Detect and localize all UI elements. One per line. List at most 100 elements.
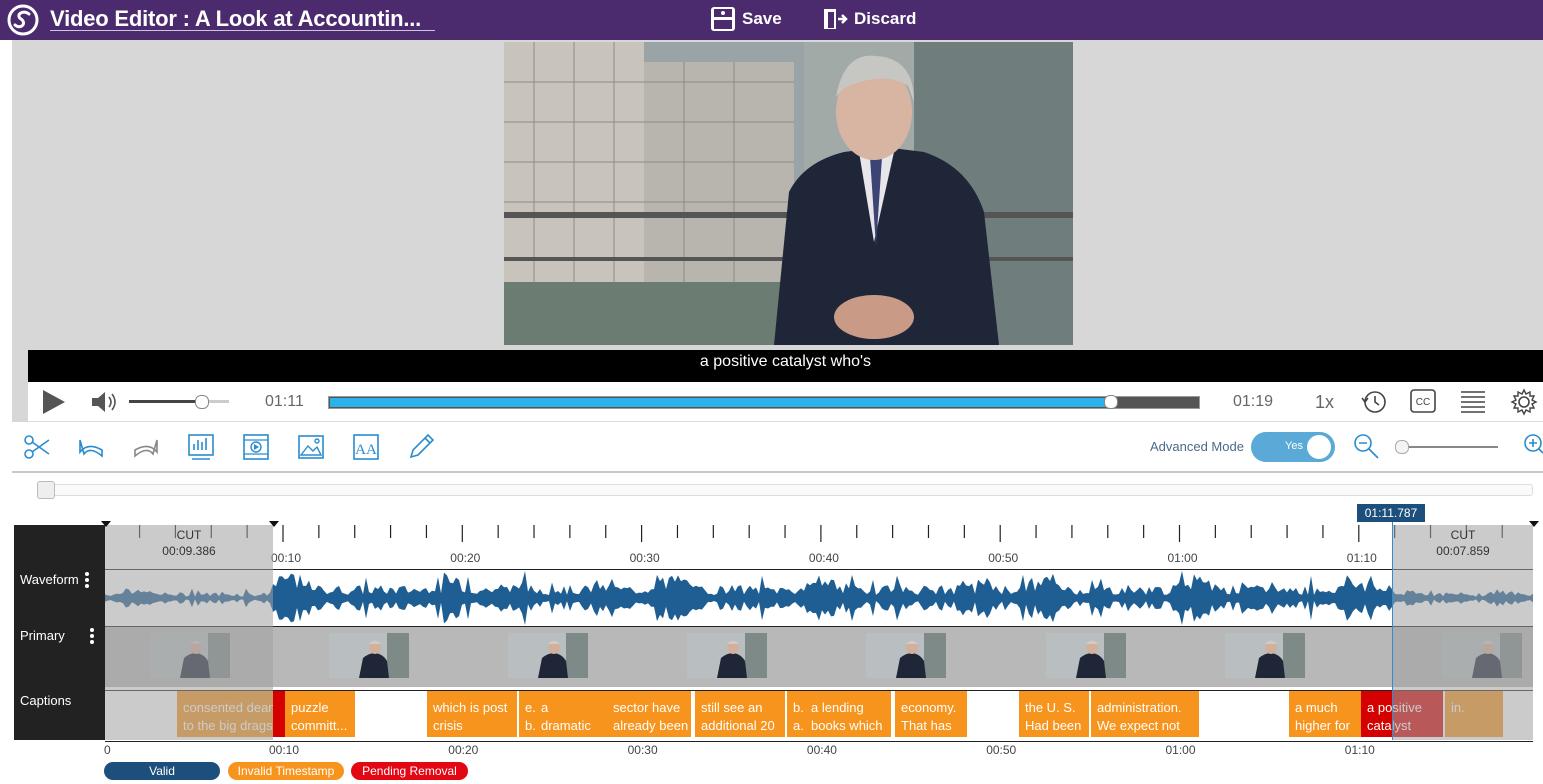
video-quiz-icon[interactable]	[241, 432, 271, 462]
caption-line-2: We expect not	[1097, 718, 1180, 733]
video-thumbnail[interactable]	[687, 633, 767, 678]
cut-region-end[interactable]: CUT 00:07.859	[1393, 525, 1533, 740]
discard-label: Discard	[854, 9, 917, 28]
caption-block[interactable]: e... b...	[519, 691, 535, 737]
caption-line-1: b...	[793, 700, 805, 715]
primary-video-track[interactable]	[105, 626, 1533, 687]
volume-slider-fill	[129, 400, 201, 403]
audio-waveform	[105, 571, 1533, 625]
transcript-list-icon[interactable]	[1460, 389, 1486, 413]
ruler-tick-label: 00:30	[629, 551, 660, 565]
advanced-mode-toggle[interactable]: Yes	[1251, 432, 1335, 462]
caption-line-2: Had been	[1025, 718, 1082, 733]
chapter-slides-icon[interactable]	[186, 432, 216, 462]
settings-gear-icon[interactable]	[1510, 388, 1538, 416]
caption-line-1: still see an	[701, 700, 763, 715]
volume-slider-thumb[interactable]	[195, 395, 209, 409]
video-thumbnail[interactable]	[508, 633, 588, 678]
ruler-tick-label: 00:50	[988, 551, 1019, 565]
pencil-icon[interactable]	[406, 432, 436, 462]
ruler-tick-label: 00:10	[271, 551, 302, 565]
caption-block[interactable]: b... a...	[787, 691, 805, 737]
save-button[interactable]: Save	[710, 4, 782, 34]
primary-row-label: Primary	[20, 628, 65, 643]
video-thumbnail[interactable]	[329, 633, 409, 678]
history-icon[interactable]	[1360, 388, 1388, 416]
thumbnail-frame	[687, 633, 767, 678]
discard-door-icon	[824, 9, 848, 29]
caption-blocks: consented deanto the big dragspuzzlecomm…	[105, 690, 1533, 740]
caption-line-1: the U. S.	[1025, 700, 1076, 715]
cut-start-time: 00:09.386	[162, 544, 216, 558]
zoom-out-icon[interactable]	[1352, 432, 1380, 460]
caption-line-1: economy.	[901, 700, 957, 715]
discard-button[interactable]: Discard	[822, 4, 916, 34]
playback-speed-button[interactable]: 1x	[1315, 392, 1334, 413]
playhead-line[interactable]	[1392, 520, 1393, 740]
ruler-tick-label: 01:10	[1346, 551, 1377, 565]
seek-bar[interactable]	[328, 396, 1200, 409]
bottom-tick-label: 00:10	[269, 743, 300, 757]
save-icon	[711, 7, 735, 31]
duration-time: 01:19	[1233, 393, 1274, 410]
video-thumbnail[interactable]	[1046, 633, 1126, 678]
caption-line-2: b...	[525, 718, 535, 733]
caption-block[interactable]: the U. S. Had been	[1019, 691, 1089, 737]
video-thumbnail[interactable]	[1225, 633, 1305, 678]
thumbnail-frame	[508, 633, 588, 678]
redo-icon[interactable]	[131, 432, 161, 462]
caption-line-2: crisis	[433, 718, 463, 733]
undo-icon[interactable]	[76, 432, 106, 462]
caption-line-2: a...	[793, 718, 805, 733]
zoom-in-icon[interactable]	[1522, 432, 1543, 456]
cut-start-handle-icon[interactable]	[268, 520, 280, 528]
caption-block[interactable]: administration. We expect not	[1091, 691, 1199, 737]
primary-menu-icon[interactable]	[90, 628, 94, 646]
caption-line-2: dramatic	[541, 718, 591, 733]
video-frame[interactable]	[504, 42, 1073, 345]
caption-block[interactable]: which is post crisis	[427, 691, 517, 737]
legend-pending-removal: Pending Removal	[351, 762, 468, 780]
caption-line-2: higher for	[1295, 718, 1350, 733]
caption-block[interactable]: puzzle committ...	[285, 691, 355, 737]
caption-block[interactable]: a much higher for	[1289, 691, 1361, 737]
caption-block[interactable]: still see an additional 20	[695, 691, 785, 737]
cut-start-marker-icon[interactable]	[100, 520, 112, 528]
timeline-scrollbar[interactable]	[37, 484, 1533, 496]
caption-block[interactable]: economy. That has	[895, 691, 967, 737]
ruler-tick-label: 01:00	[1167, 551, 1198, 565]
seek-bar-thumb[interactable]	[1104, 395, 1119, 409]
waveform-menu-icon[interactable]	[85, 572, 89, 590]
font-icon[interactable]: AA	[351, 432, 381, 462]
cc-icon[interactable]: CC	[1410, 389, 1436, 413]
caption-block[interactable]: a dramatic	[535, 691, 607, 737]
video-thumbnail[interactable]	[866, 633, 946, 678]
bottom-tick-label: 0	[104, 743, 111, 757]
volume-icon[interactable]	[90, 390, 118, 414]
caption-line-1: puzzle	[291, 700, 329, 715]
volume-slider-track[interactable]	[129, 400, 229, 403]
play-icon[interactable]	[40, 389, 68, 415]
cut-end-label: CUT	[1450, 528, 1476, 542]
caption-block[interactable]: sector have already been	[607, 691, 691, 737]
caption-block[interactable]	[273, 691, 285, 737]
caption-line-1: which is post	[433, 700, 508, 715]
zoom-slider-thumb[interactable]	[1395, 440, 1409, 454]
caption-line-1: administration.	[1097, 700, 1182, 715]
app-logo-icon[interactable]	[6, 3, 40, 37]
save-label: Save	[742, 9, 782, 28]
caption-line-1: a much	[1295, 700, 1338, 715]
caption-line-1: sector have	[613, 700, 681, 715]
svg-text:CC: CC	[1416, 397, 1430, 408]
cut-region-start[interactable]: CUT 00:09.386	[105, 525, 273, 740]
zoom-slider-track[interactable]	[1396, 446, 1498, 448]
ruler-tick-label: 00:20	[450, 551, 481, 565]
thumbnail-frame	[1046, 633, 1126, 678]
thumbnail-frame	[1225, 633, 1305, 678]
image-icon[interactable]	[296, 432, 326, 462]
caption-block[interactable]: a lending books which	[805, 691, 891, 737]
title-underline	[50, 30, 435, 31]
scissors-icon[interactable]	[22, 432, 52, 462]
timeline-scrollbar-thumb[interactable]	[37, 481, 55, 499]
cut-end-marker-icon[interactable]	[1528, 520, 1540, 528]
